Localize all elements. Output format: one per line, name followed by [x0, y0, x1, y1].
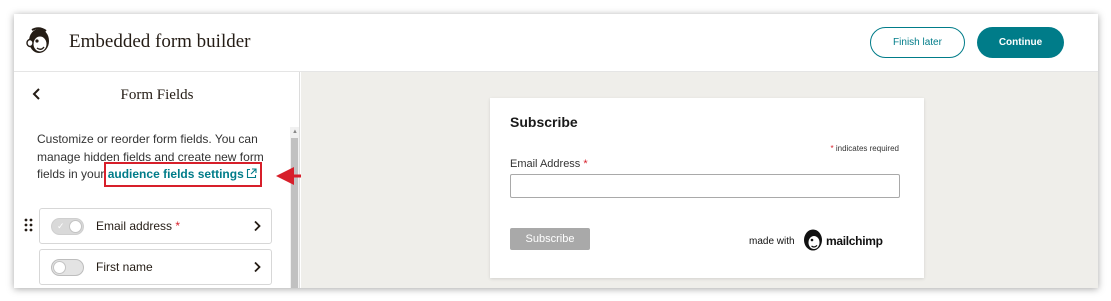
panel-title: Form Fields — [120, 87, 194, 103]
required-note-text: indicates required — [833, 144, 899, 153]
app-window: Embedded form builder Finish later Conti… — [14, 14, 1098, 288]
toggle-knob — [53, 261, 66, 274]
chevron-right-icon[interactable] — [253, 220, 261, 232]
link-label[interactable]: audience fields settings — [108, 167, 244, 181]
email-label-text: Email Address — [510, 158, 581, 170]
sidebar-scrollbar[interactable]: ▲ — [290, 127, 299, 288]
mailchimp-wordmark[interactable]: mailchimp — [826, 234, 883, 248]
field-label-email: Email address * — [96, 219, 180, 233]
field-label-first-name: First name — [96, 260, 153, 274]
field-row-first-name[interactable]: First name — [39, 249, 272, 285]
external-link-icon — [246, 168, 257, 179]
form-title: Subscribe — [510, 114, 578, 130]
continue-button[interactable]: Continue — [977, 27, 1064, 58]
form-preview-card: Subscribe * indicates required Email Add… — [490, 98, 924, 278]
field-name: Email address — [96, 219, 173, 233]
required-star: * — [175, 219, 181, 233]
check-icon: ✓ — [57, 221, 65, 231]
required-note: * indicates required — [831, 144, 900, 153]
top-header: Embedded form builder Finish later Conti… — [14, 14, 1098, 72]
toggle-knob — [69, 220, 82, 233]
made-with-text: made with — [749, 236, 795, 247]
audience-fields-settings-link[interactable]: audience fields settings — [108, 167, 257, 181]
email-field-label: Email Address * — [510, 158, 588, 170]
field-row-email-address[interactable]: ✓ Email address * — [39, 208, 272, 244]
email-address-toggle: ✓ — [51, 218, 84, 235]
finish-later-button[interactable]: Finish later — [870, 27, 965, 58]
chevron-right-icon[interactable] — [253, 261, 261, 273]
subscribe-button[interactable]: Subscribe — [510, 228, 590, 250]
page-title: Embedded form builder — [69, 31, 251, 52]
first-name-toggle[interactable] — [51, 259, 84, 276]
mailchimp-freddie-icon[interactable] — [25, 26, 53, 56]
scroll-up-icon[interactable]: ▲ — [292, 129, 298, 135]
email-address-input[interactable] — [510, 174, 900, 198]
fields-description: Customize or reorder form fields. You ca… — [37, 131, 282, 184]
required-star: * — [583, 158, 588, 170]
form-fields-sidebar: Form Fields Customize or reorder form fi… — [14, 72, 300, 288]
mailchimp-badge-icon[interactable] — [802, 228, 824, 252]
scrollbar-thumb[interactable] — [291, 138, 298, 288]
drag-handle-icon[interactable] — [24, 218, 34, 232]
